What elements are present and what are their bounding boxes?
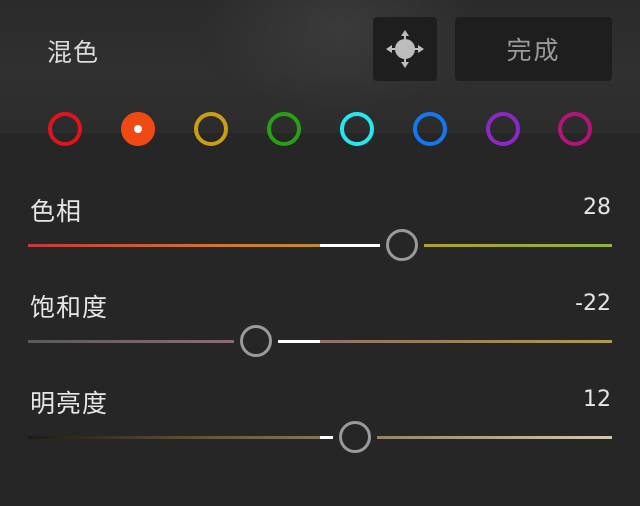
slider-thumb[interactable]: [239, 325, 272, 357]
target-adjust-button[interactable]: [373, 17, 437, 81]
slider-value: 12: [583, 387, 611, 412]
selected-indicator: [134, 125, 142, 133]
color-swatch-green[interactable]: [267, 112, 301, 146]
slider-track[interactable]: [28, 340, 612, 343]
color-swatch-yellow[interactable]: [194, 112, 228, 146]
slider-thumb[interactable]: [385, 229, 418, 261]
slider-label: 明亮度: [30, 389, 109, 418]
color-swatch-aqua[interactable]: [340, 112, 374, 146]
color-swatch-magenta[interactable]: [558, 112, 592, 146]
slider-label: 饱和度: [30, 293, 109, 322]
color-swatch-orange[interactable]: [121, 112, 155, 146]
color-swatch-blue[interactable]: [413, 112, 447, 146]
slider-value: -22: [575, 291, 611, 316]
slider-value: 28: [583, 195, 611, 220]
slider-thumb[interactable]: [339, 421, 372, 453]
panel-title: 混色: [47, 38, 100, 67]
slider-label: 色相: [30, 197, 83, 226]
color-swatch-row: [0, 110, 640, 150]
done-button[interactable]: 完成: [455, 17, 612, 81]
color-swatch-red[interactable]: [48, 112, 82, 146]
color-swatch-purple[interactable]: [486, 112, 520, 146]
target-adjust-icon: [386, 30, 424, 68]
